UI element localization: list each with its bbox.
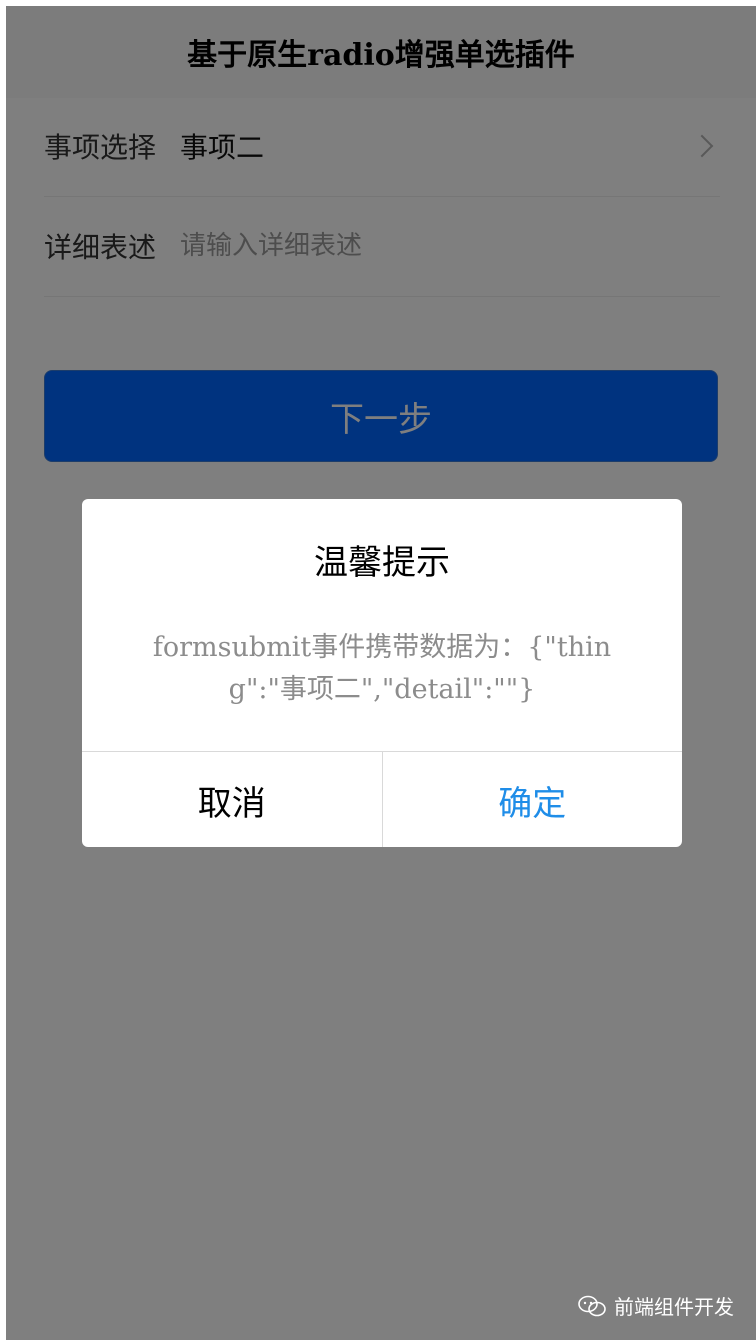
dialog-content: formsubmit事件携带数据为：{"thing":"事项二","detail… <box>152 632 612 705</box>
watermark: 前端组件开发 <box>578 1291 734 1320</box>
dialog-title: 温馨提示 <box>314 543 450 583</box>
confirm-button[interactable]: 确定 <box>383 752 683 847</box>
cancel-button[interactable]: 取消 <box>82 752 383 847</box>
modal-dialog: 温馨提示 formsubmit事件携带数据为：{"thing":"事项二","d… <box>82 499 682 847</box>
watermark-text: 前端组件开发 <box>614 1295 734 1319</box>
phone-screen: 基于原生radio增强单选插件 事项选择 事项二 详细表述 下一步 温馨提示 f… <box>6 6 756 1340</box>
dialog-footer: 取消 确定 <box>82 751 682 847</box>
wechat-icon <box>578 1295 606 1316</box>
